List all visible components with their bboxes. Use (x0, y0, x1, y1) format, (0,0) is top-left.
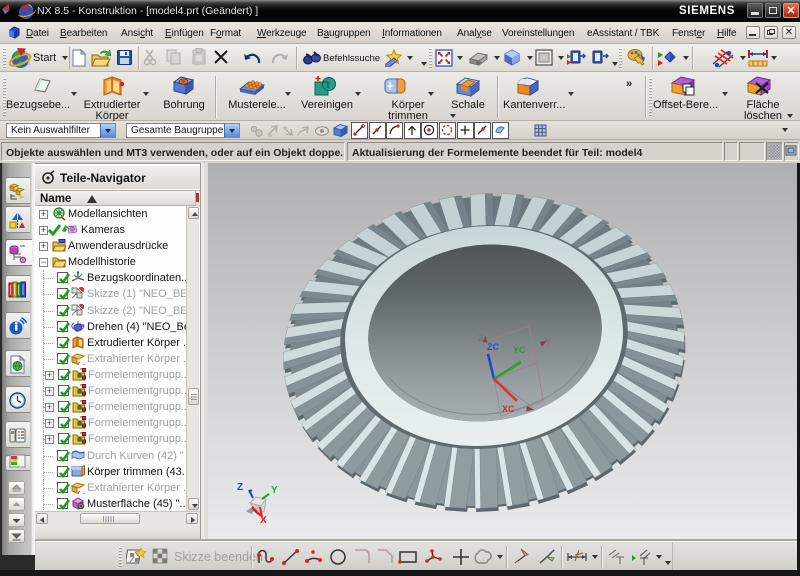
svg-text:XC: XC (502, 404, 515, 414)
svg-text:Z: Z (237, 482, 243, 493)
svg-text:Z: Z (478, 333, 484, 343)
svg-text:Y: Y (271, 485, 278, 496)
svg-text:Y: Y (545, 337, 551, 347)
svg-text:YC: YC (513, 345, 526, 355)
svg-text:X: X (260, 515, 267, 526)
svg-text:ZC: ZC (487, 342, 499, 352)
